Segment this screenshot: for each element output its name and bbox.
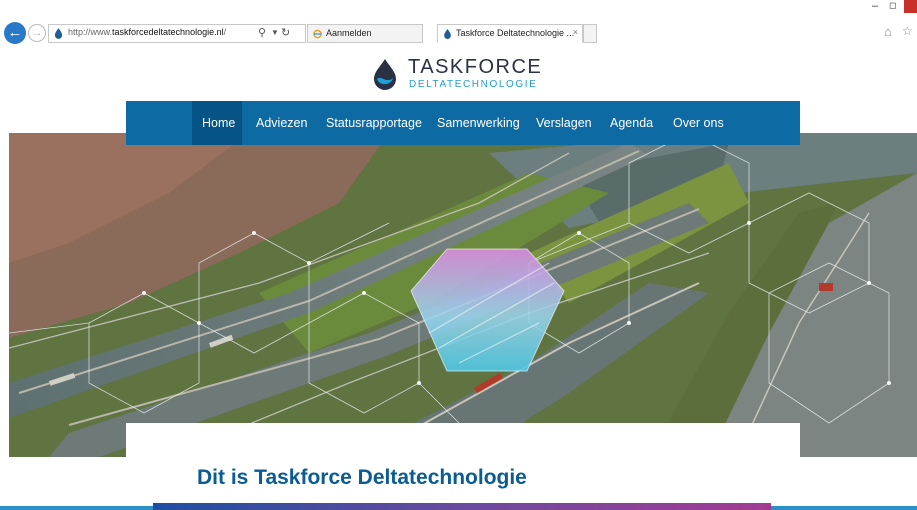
close-icon[interactable] (904, 0, 917, 13)
ie-logo-icon (313, 29, 322, 39)
address-bar[interactable]: http://www.taskforcedeltatechnologie.nl/… (48, 24, 306, 43)
site-favicon-icon (54, 28, 63, 39)
nav-adviezen[interactable]: Adviezen (256, 101, 307, 145)
site-favicon-icon (444, 29, 451, 39)
tab-label: Taskforce Deltatechnologie ... (456, 28, 575, 38)
url-prefix: http://www. (68, 27, 113, 37)
nav-statusrapportage[interactable]: Statusrapportage (326, 101, 422, 145)
url-suffix: / (223, 27, 227, 37)
tab-aanmelden[interactable]: Aanmelden (307, 24, 423, 43)
home-icon[interactable]: ⌂ (884, 24, 892, 39)
logo-title: TASKFORCE (408, 56, 543, 78)
dropdown-icon[interactable]: ▼ (271, 28, 279, 37)
web-page: TASKFORCE DELTATECHNOLOGIE Home Adviezen… (0, 46, 917, 510)
minimize-icon[interactable]: – (872, 0, 878, 12)
refresh-icon[interactable]: ↻ (281, 26, 290, 39)
url-domain: taskforcedeltatechnologie.nl (112, 27, 224, 37)
hero-image (9, 133, 917, 457)
main-navigation: Home Adviezen Statusrapportage Samenwerk… (126, 101, 800, 145)
aerial-photo-illustration (9, 133, 917, 457)
nav-home[interactable]: Home (192, 101, 242, 145)
content-box: Dit is Taskforce Deltatechnologie (126, 423, 800, 510)
maximize-icon[interactable]: ◻ (889, 0, 896, 11)
close-tab-icon[interactable]: × (573, 27, 578, 37)
forward-arrow-icon[interactable]: → (28, 24, 46, 42)
url-text[interactable]: http://www.taskforcedeltatechnologie.nl/ (68, 27, 226, 37)
nav-verslagen[interactable]: Verslagen (536, 101, 592, 145)
gradient-bar (153, 503, 771, 510)
browser-chrome: ← → http://www.taskforcedeltatechnologie… (0, 0, 917, 46)
nav-over-ons[interactable]: Over ons (673, 101, 724, 145)
page-title: Dit is Taskforce Deltatechnologie (197, 466, 527, 489)
new-tab-button[interactable] (583, 24, 597, 43)
star-icon[interactable]: ☆ (902, 24, 913, 38)
search-icon[interactable]: ⚲ (258, 26, 266, 39)
tab-taskforce[interactable]: Taskforce Deltatechnologie ... × (437, 24, 583, 43)
site-logo[interactable]: TASKFORCE DELTATECHNOLOGIE (372, 54, 552, 94)
tab-label: Aanmelden (326, 28, 372, 38)
logo-subtitle: DELTATECHNOLOGIE (409, 79, 538, 90)
nav-agenda[interactable]: Agenda (610, 101, 653, 145)
nav-samenwerking[interactable]: Samenwerking (437, 101, 520, 145)
water-drop-icon (374, 59, 396, 90)
back-arrow-icon[interactable]: ← (4, 22, 26, 44)
